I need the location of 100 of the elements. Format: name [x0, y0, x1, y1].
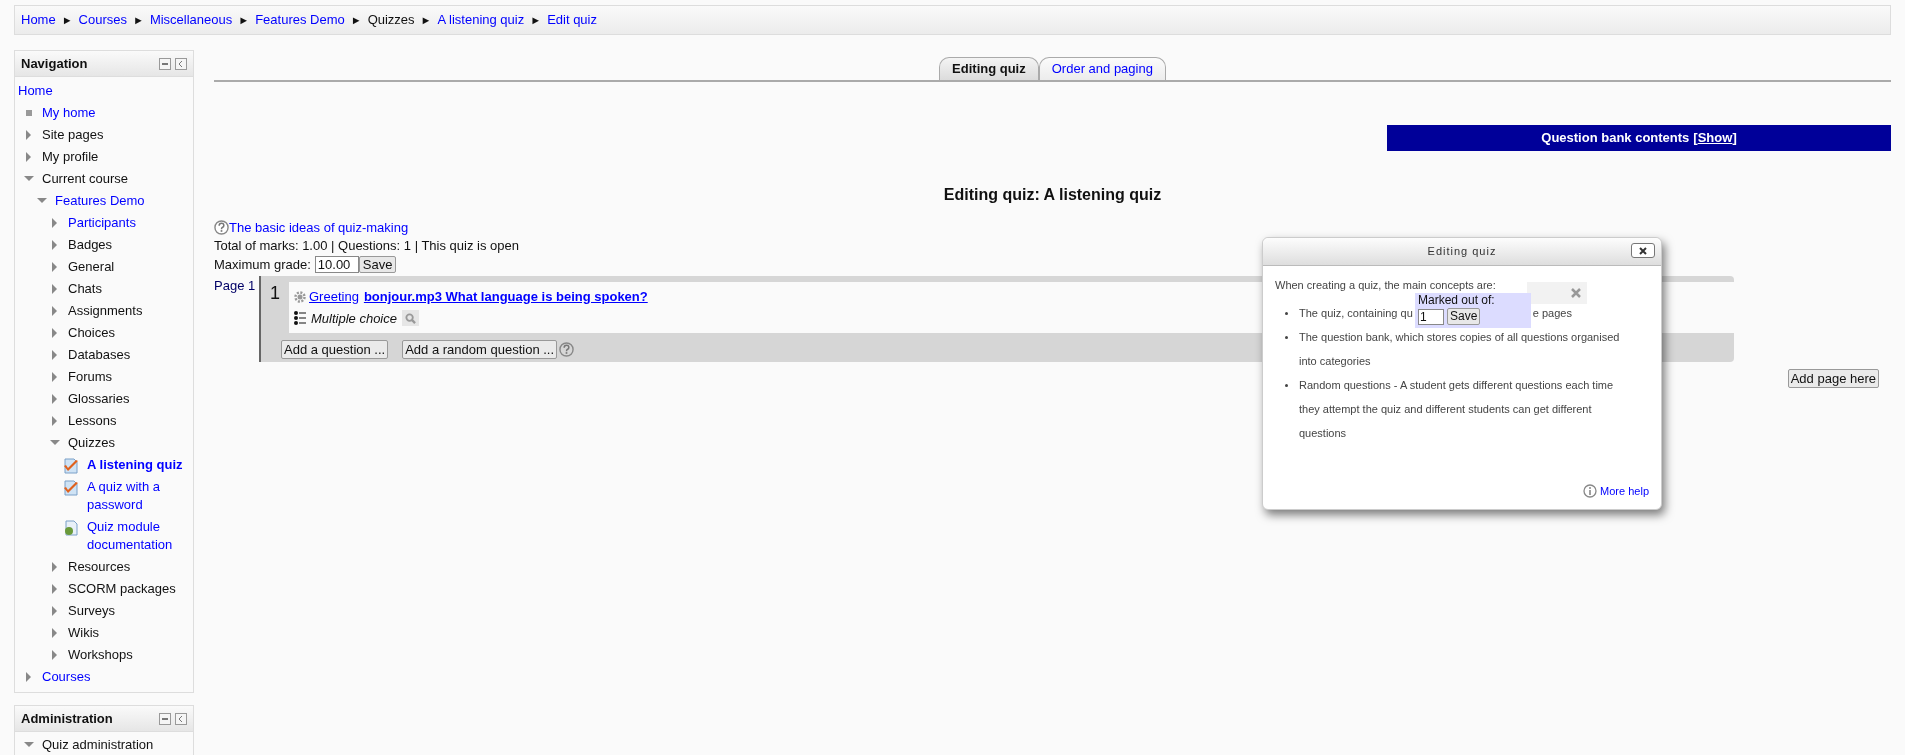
show-link[interactable]: Show — [1697, 128, 1733, 148]
nav-item[interactable]: Quiz module documentation — [87, 518, 190, 554]
collapsed-triangle-icon[interactable] — [50, 284, 60, 294]
nav-item[interactable]: Quiz administration — [42, 736, 154, 754]
breadcrumb-item[interactable]: A listening quiz — [437, 10, 525, 30]
minimize-icon[interactable] — [159, 57, 171, 70]
collapsed-triangle-icon[interactable] — [50, 628, 60, 638]
nav-item[interactable]: Choices — [68, 324, 115, 342]
breadcrumb-item[interactable]: Edit quiz — [547, 10, 597, 30]
nav-item[interactable]: Glossaries — [68, 390, 130, 408]
collapsed-triangle-icon[interactable] — [50, 350, 60, 360]
close-icon — [1639, 246, 1647, 255]
nav-item[interactable]: Wikis — [68, 624, 100, 642]
field-label: Maximum grade: — [214, 255, 311, 274]
maximum-grade-field[interactable]: 10.00 — [314, 255, 359, 273]
collapsed-triangle-icon[interactable] — [50, 584, 60, 594]
collapsed-triangle-icon[interactable] — [50, 394, 60, 404]
nav-item[interactable]: Resources — [68, 558, 131, 576]
nav-item[interactable]: Chats — [68, 280, 102, 298]
nav-item[interactable]: Lessons — [68, 412, 117, 430]
breadcrumb-item[interactable]: Features Demo — [255, 10, 345, 30]
list-icon — [294, 311, 306, 326]
nav-item[interactable]: Assignments — [68, 302, 143, 320]
nav-item[interactable]: Site pages — [42, 126, 104, 144]
nav-item[interactable]: Courses — [42, 668, 91, 686]
breadcrumb-item[interactable]: Courses — [78, 10, 127, 30]
collapsed-triangle-icon[interactable] — [50, 416, 60, 426]
question-bank-label: Question bank contents — [1541, 129, 1690, 148]
help-link[interactable]: The basic ideas of quiz-making — [229, 218, 409, 238]
nav-item[interactable]: Forums — [68, 368, 113, 386]
bracket: [ — [1693, 129, 1698, 148]
expanded-triangle-icon[interactable] — [24, 740, 34, 750]
page-label: Page 1 — [214, 277, 257, 295]
nav-item[interactable]: Features Demo — [55, 192, 145, 210]
marks-field[interactable]: 1 — [1418, 308, 1444, 325]
breadcrumb-separator: ► — [350, 12, 362, 28]
question-type: Multiple choice — [311, 309, 397, 328]
add-question-button[interactable]: Add a question ... — [281, 340, 389, 359]
breadcrumb-item[interactable]: Home — [21, 10, 56, 30]
collapsed-triangle-icon[interactable] — [50, 306, 60, 316]
collapsed-triangle-icon[interactable] — [50, 262, 60, 272]
collapsed-triangle-icon[interactable] — [50, 606, 60, 616]
nav-item[interactable]: A listening quiz — [87, 456, 183, 474]
nav-item[interactable]: Workshops — [68, 646, 133, 664]
close-button[interactable] — [1631, 243, 1655, 258]
question-link[interactable]: bonjour.mp3 What language is being spoken? — [363, 287, 648, 307]
nav-item[interactable]: My home — [42, 104, 96, 122]
gear-icon[interactable] — [294, 290, 306, 303]
nav-item[interactable]: A quiz with a password — [87, 478, 190, 514]
checked-document-icon — [63, 458, 79, 474]
nav-item[interactable]: Participants — [68, 214, 136, 232]
more-help-link[interactable]: More help — [1600, 482, 1649, 499]
category-link[interactable]: Greeting — [309, 287, 359, 307]
collapsed-triangle-icon[interactable] — [50, 328, 60, 338]
dialog-intro: When creating a quiz, the main concepts are: — [1275, 278, 1496, 292]
nav-item[interactable]: Home — [18, 82, 53, 100]
collapsed-triangle-icon[interactable] — [50, 562, 60, 572]
field-label: Marked out of: — [1418, 293, 1496, 307]
collapsed-triangle-icon[interactable] — [50, 218, 60, 228]
save-button[interactable]: Save — [1447, 308, 1481, 325]
nav-item[interactable]: Quizzes — [68, 434, 115, 452]
nav-item[interactable]: General — [68, 258, 115, 276]
nav-item[interactable]: My profile — [42, 148, 99, 166]
nav-item[interactable]: SCORM packages — [68, 580, 176, 598]
add-question-button[interactable]: Add a random question ... — [402, 340, 558, 359]
bullet-icon — [26, 110, 32, 116]
add-page-button[interactable]: Add page here — [1787, 369, 1879, 388]
search-icon — [405, 312, 416, 324]
nav-item[interactable]: Badges — [68, 236, 113, 254]
nav-item[interactable]: Databases — [68, 346, 131, 364]
dialog-text-fragment: The quiz, containing qu — [1299, 306, 1413, 321]
breadcrumb-item[interactable]: Miscellaneous — [149, 10, 233, 30]
dock-icon[interactable] — [175, 712, 187, 725]
dock-icon[interactable] — [175, 57, 187, 70]
collapsed-triangle-icon[interactable] — [24, 130, 34, 140]
tab[interactable]: Order and paging — [1038, 57, 1166, 80]
close-icon[interactable] — [1571, 288, 1581, 298]
expanded-triangle-icon[interactable] — [37, 196, 47, 206]
expanded-triangle-icon[interactable] — [50, 438, 60, 448]
collapsed-triangle-icon[interactable] — [50, 240, 60, 250]
nav-item[interactable]: Current course — [42, 170, 128, 188]
block-title: Administration — [21, 709, 113, 728]
breadcrumb-item: Quizzes — [367, 11, 415, 30]
dialog-bullet-text: The question bank, which stores copies of all questions organised into categories — [1299, 330, 1621, 369]
breadcrumb-separator: ► — [530, 12, 542, 28]
collapsed-triangle-icon[interactable] — [24, 672, 34, 682]
breadcrumb-separator: ► — [420, 12, 432, 28]
collapsed-triangle-icon[interactable] — [24, 152, 34, 162]
preview-button[interactable] — [402, 310, 419, 327]
tab[interactable]: Editing quiz — [939, 57, 1039, 80]
nav-item[interactable]: Surveys — [68, 602, 115, 620]
collapsed-triangle-icon[interactable] — [50, 650, 60, 660]
bullet-icon — [1285, 384, 1288, 387]
collapsed-triangle-icon[interactable] — [50, 372, 60, 382]
minimize-icon[interactable] — [159, 712, 171, 725]
help-icon[interactable] — [559, 342, 575, 357]
bullet-icon — [1285, 312, 1288, 315]
expanded-triangle-icon[interactable] — [24, 174, 34, 184]
help-icon[interactable] — [214, 220, 229, 236]
save-button[interactable]: Save — [358, 255, 397, 273]
